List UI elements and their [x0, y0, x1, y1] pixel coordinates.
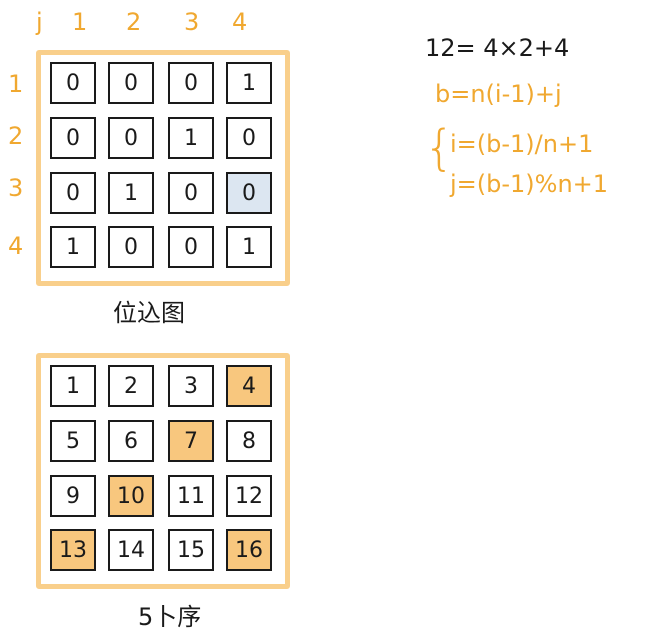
- adjacency-matrix-cell: 0: [108, 117, 154, 159]
- adjacency-matrix-cell: 0: [226, 117, 272, 159]
- adjacency-matrix-cell: 0: [226, 172, 272, 214]
- numbering-grid-cell: 8: [226, 420, 272, 462]
- column-label-j: j: [36, 8, 43, 36]
- numbering-grid-cell: 4: [226, 365, 272, 407]
- column-label-2: 2: [126, 8, 142, 36]
- adjacency-matrix-cell: 1: [50, 226, 96, 268]
- numbering-grid-cell: 5: [50, 420, 96, 462]
- adjacency-matrix-cell: 0: [108, 62, 154, 104]
- column-label-3: 3: [184, 8, 200, 36]
- numbering-grid-cell: 6: [108, 420, 154, 462]
- formula-row: i=(b-1)/n+1: [450, 130, 594, 158]
- numbering-grid-cell: 9: [50, 475, 96, 517]
- adjacency-matrix-cell: 1: [226, 62, 272, 104]
- adjacency-matrix-cell: 0: [168, 226, 214, 268]
- formula-index: b=n(i-1)+j: [435, 80, 562, 108]
- numbering-grid-cell: 12: [226, 475, 272, 517]
- numbering-grid-cell: 11: [168, 475, 214, 517]
- column-label-4: 4: [232, 8, 248, 36]
- adjacency-matrix-cell: 0: [108, 226, 154, 268]
- row-label-4: 4: [8, 232, 24, 260]
- adjacency-matrix-cell: 0: [50, 62, 96, 104]
- adjacency-matrix-cell: 0: [168, 62, 214, 104]
- adjacency-matrix-cell: 0: [168, 172, 214, 214]
- column-label-1: 1: [72, 8, 88, 36]
- adjacency-matrix-cell: 0: [50, 117, 96, 159]
- numbering-grid-cell: 1: [50, 365, 96, 407]
- adjacency-matrix-cell: 0: [50, 172, 96, 214]
- numbering-grid-cell: 2: [108, 365, 154, 407]
- numbering-grid-cell: 16: [226, 529, 272, 571]
- formula-column: j=(b-1)%n+1: [450, 170, 609, 198]
- numbering-grid-cell: 3: [168, 365, 214, 407]
- row-label-2: 2: [8, 122, 24, 150]
- adjacency-matrix-cell: 1: [168, 117, 214, 159]
- adjacency-matrix-cell: 1: [226, 226, 272, 268]
- numbering-grid-cell: 13: [50, 529, 96, 571]
- numbering-grid-caption: 5卜序: [138, 603, 202, 631]
- formula-example: 12= 4×2+4: [425, 34, 570, 62]
- row-label-1: 1: [8, 70, 24, 98]
- numbering-grid-cell: 7: [168, 420, 214, 462]
- numbering-grid-cell: 15: [168, 529, 214, 571]
- row-label-3: 3: [8, 174, 24, 202]
- numbering-grid-cell: 14: [108, 529, 154, 571]
- adjacency-matrix-caption: 位込图: [113, 299, 185, 327]
- adjacency-matrix-cell: 1: [108, 172, 154, 214]
- numbering-grid-cell: 10: [108, 475, 154, 517]
